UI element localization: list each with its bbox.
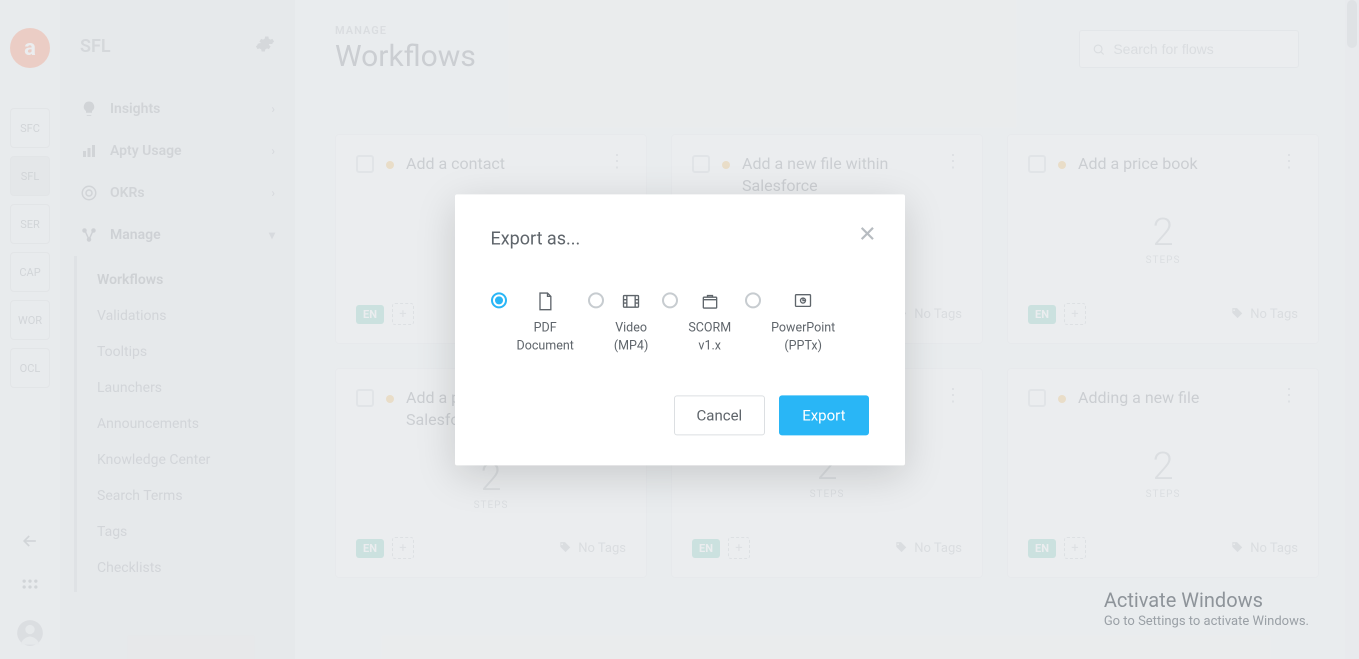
- export-option-label: SCORMv1.x: [688, 319, 731, 355]
- modal-title: Export as...: [491, 228, 869, 249]
- export-modal: Export as... ✕ PDFDocument Video(MP4) SCOR…: [455, 194, 905, 465]
- close-icon[interactable]: ✕: [858, 224, 876, 246]
- export-option-scorm[interactable]: SCORMv1.x: [662, 291, 731, 355]
- radio-unselected-icon[interactable]: [745, 292, 761, 308]
- export-options: PDFDocument Video(MP4) SCORMv1.x PowerPoint…: [491, 291, 869, 355]
- export-button[interactable]: Export: [779, 395, 868, 435]
- export-option-video[interactable]: Video(MP4): [588, 291, 648, 355]
- cancel-button[interactable]: Cancel: [674, 395, 766, 435]
- radio-selected-icon[interactable]: [491, 292, 507, 308]
- radio-unselected-icon[interactable]: [662, 292, 678, 308]
- export-option-label: PowerPoint(PPTx): [771, 319, 835, 355]
- export-option-pdf[interactable]: PDFDocument: [491, 291, 574, 355]
- export-option-label: Video(MP4): [614, 319, 648, 355]
- radio-unselected-icon[interactable]: [588, 292, 604, 308]
- export-option-powerpoint[interactable]: PowerPoint(PPTx): [745, 291, 835, 355]
- export-option-label: PDFDocument: [517, 319, 574, 355]
